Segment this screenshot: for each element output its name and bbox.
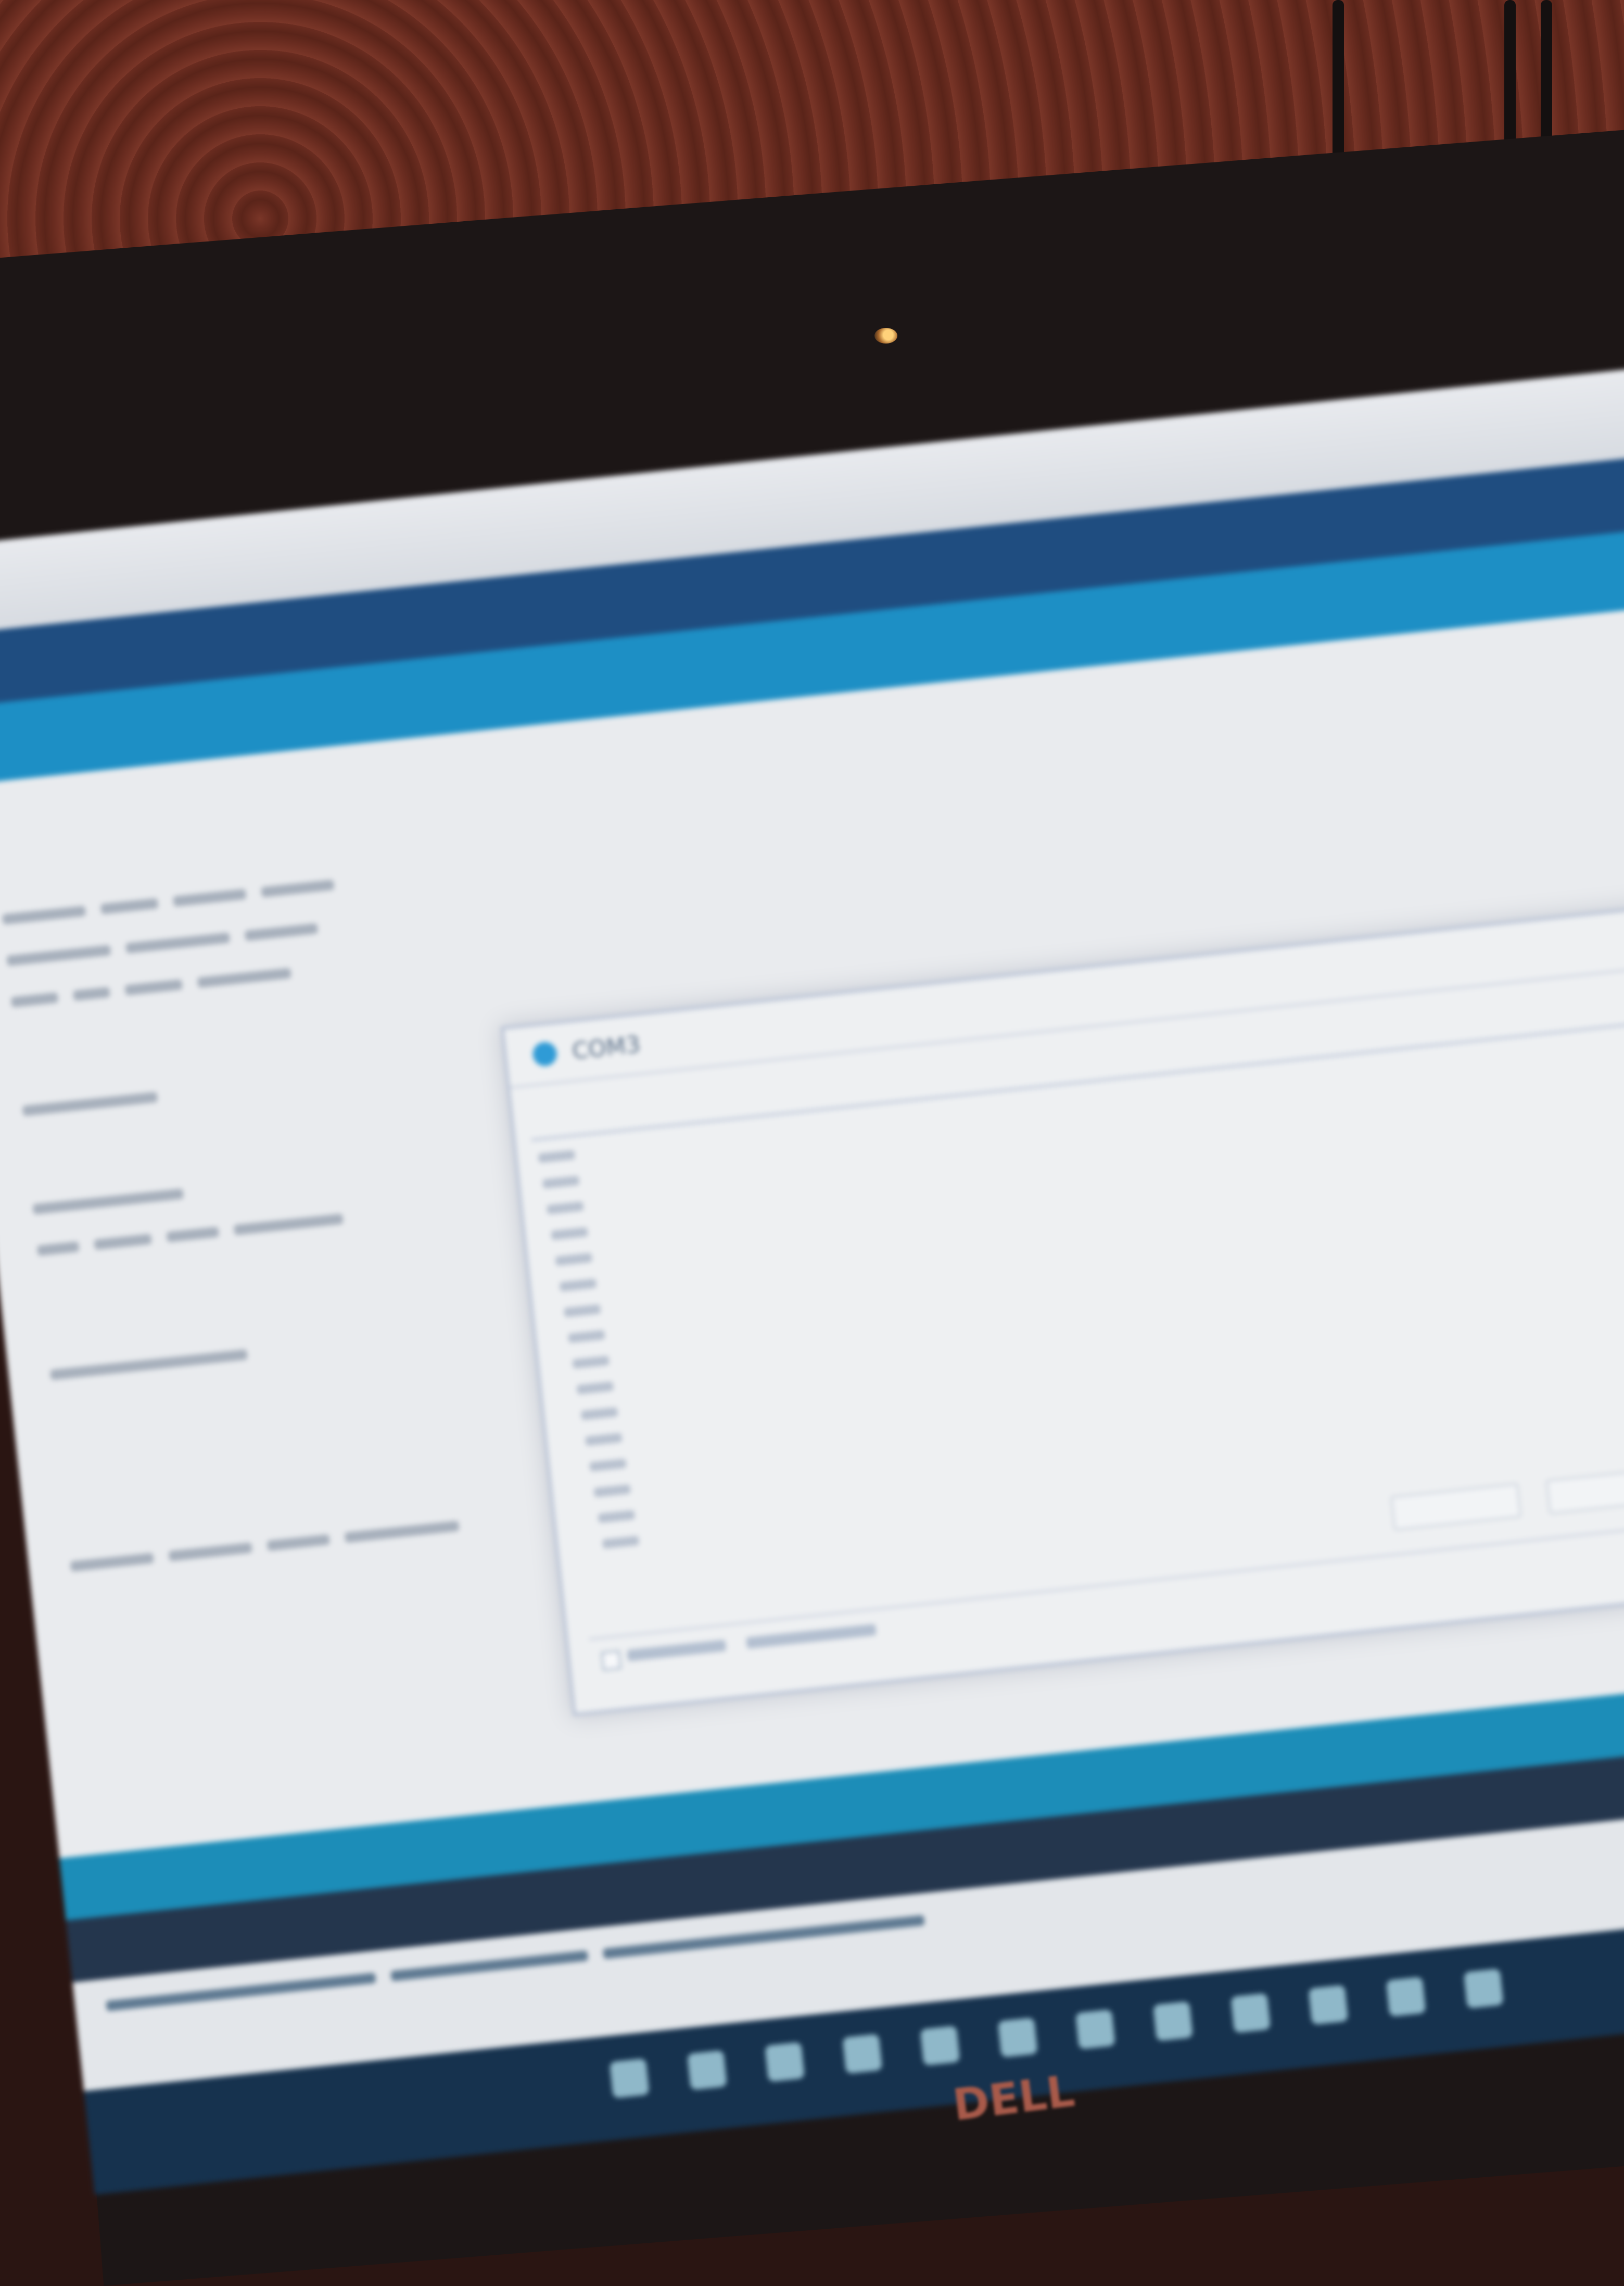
code-line — [10, 958, 307, 1010]
code-line — [21, 1082, 174, 1119]
serial-output-line — [546, 1194, 585, 1223]
serial-output-line — [589, 1451, 628, 1480]
serial-output-line — [563, 1297, 602, 1326]
taskbar-app-icon[interactable] — [609, 2058, 650, 2099]
serial-output-line — [559, 1271, 598, 1300]
app-icon — [531, 1040, 558, 1068]
serial-output-line — [550, 1220, 589, 1249]
taskbar-app-icon[interactable] — [1386, 1976, 1426, 2017]
serial-output-line — [572, 1349, 611, 1377]
code-line — [36, 1204, 359, 1259]
timestamp-label — [745, 1623, 877, 1649]
webcam-light — [874, 328, 897, 344]
taskbar-app-icon[interactable] — [1308, 1985, 1349, 2025]
taskbar-app-icon[interactable] — [1153, 2001, 1194, 2041]
taskbar-app-icon[interactable] — [1230, 1993, 1271, 2033]
taskbar-app-icon[interactable] — [687, 2050, 727, 2090]
code-line — [49, 1340, 263, 1383]
serial-output-line — [584, 1426, 623, 1454]
serial-monitor-window[interactable]: COM3 — [500, 901, 1624, 1717]
code-line — [32, 1179, 199, 1217]
serial-output-line — [597, 1503, 636, 1531]
serial-output-line — [580, 1400, 619, 1428]
autoscroll-checkbox[interactable] — [601, 1650, 621, 1671]
taskbar-app-icon[interactable] — [997, 2017, 1038, 2058]
serial-output-line — [576, 1374, 615, 1403]
taskbar-app-icon[interactable] — [765, 2042, 805, 2082]
autoscroll-label — [627, 1640, 727, 1661]
serial-output-line — [541, 1169, 580, 1197]
serial-output-line — [537, 1142, 576, 1171]
taskbar-app-icon[interactable] — [920, 2025, 960, 2066]
taskbar-app-icon[interactable] — [1463, 1968, 1504, 2009]
code-line — [69, 1511, 475, 1574]
serial-output-line — [593, 1477, 632, 1506]
serial-output-line — [554, 1246, 593, 1274]
taskbar-app-icon[interactable] — [1075, 2009, 1115, 2050]
monitor-screen: COM3 — [0, 357, 1624, 2195]
serial-monitor-title: COM3 — [570, 1031, 642, 1064]
taskbar-app-icon[interactable] — [842, 2034, 883, 2074]
serial-output-line — [567, 1323, 606, 1351]
serial-output-line — [601, 1529, 640, 1557]
